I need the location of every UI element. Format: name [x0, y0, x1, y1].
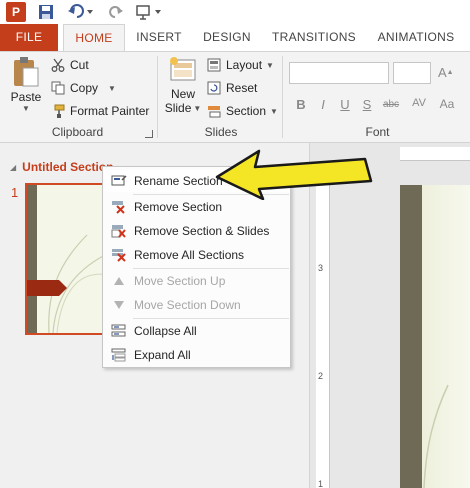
menu-item-label: Remove Section	[134, 200, 223, 214]
menu-item-remove-all-sections[interactable]: Remove All Sections	[104, 244, 290, 266]
undo-icon[interactable]	[66, 2, 96, 22]
paste-label: Paste	[10, 90, 42, 104]
clipboard-group-label: Clipboard	[51, 125, 104, 139]
tab-file[interactable]: FILE	[0, 24, 58, 51]
menu-item-label: Move Section Down	[134, 298, 241, 312]
annotation-arrow-icon	[215, 149, 373, 200]
format-painter-button[interactable]: Format Painter	[50, 103, 149, 119]
tab-insert[interactable]: INSERT	[130, 24, 188, 51]
copy-dropdown-icon[interactable]: ▼	[108, 84, 116, 93]
menu-item-expand-all[interactable]: Expand All	[104, 344, 290, 366]
character-spacing-button[interactable]: AV	[408, 97, 430, 109]
slides-group-label: Slides	[204, 125, 238, 139]
new-slide-button[interactable]: New Slide ▼	[164, 56, 201, 115]
tab-design[interactable]: DESIGN	[196, 24, 258, 51]
menu-item-remove-section-slides[interactable]: Remove Section & Slides	[104, 220, 290, 242]
reset-icon	[206, 80, 222, 96]
save-icon[interactable]	[36, 2, 56, 22]
ruler-mark-3: 3	[318, 263, 324, 273]
paste-button[interactable]: Paste ▼	[8, 56, 44, 113]
slide-canvas[interactable]	[400, 185, 470, 488]
remove-section-icon	[104, 200, 134, 214]
present-icon[interactable]	[134, 2, 164, 22]
remove-all-sections-icon	[104, 248, 134, 262]
ribbon-home: Paste ▼ Cut Copy ▼ Format Painter Clipbo…	[0, 51, 470, 143]
new-slide-label-line1: New	[170, 87, 195, 101]
collapse-triangle-icon[interactable]: ◢	[10, 163, 16, 172]
collapse-all-icon	[104, 324, 134, 338]
slide-thumbnail[interactable]	[25, 183, 113, 335]
paste-dropdown-icon[interactable]: ▼	[22, 104, 30, 113]
theme-grass-graphic	[48, 234, 110, 333]
section-name: Untitled Section	[22, 160, 114, 174]
underline-button[interactable]: U	[336, 97, 354, 112]
group-separator	[157, 56, 158, 138]
font-name-combo[interactable]	[289, 62, 389, 84]
new-slide-dropdown-icon[interactable]: ▼	[193, 104, 201, 113]
font-group-label: Font	[365, 125, 390, 139]
menu-separator	[133, 268, 289, 269]
format-painter-label: Format Painter	[70, 104, 150, 118]
text-shadow-button[interactable]: S	[358, 97, 376, 112]
increase-font-size-button[interactable]: A ▲	[438, 65, 454, 80]
tab-animations[interactable]: ANIMATIONS	[370, 24, 462, 51]
italic-button[interactable]: I	[314, 97, 332, 112]
vertical-ruler: 3 2 1	[316, 185, 330, 488]
menu-item-label: Expand All	[134, 348, 191, 362]
section-icon	[206, 103, 222, 119]
clipboard-launcher-icon[interactable]	[145, 130, 153, 138]
ribbon-tabs: FILE HOME INSERT DESIGN TRANSITIONS ANIM…	[0, 24, 470, 52]
section-dropdown-icon[interactable]: ▼	[270, 107, 278, 116]
strikethrough-button[interactable]: abc	[380, 99, 402, 110]
section-label: Section	[226, 104, 267, 118]
menu-item-label: Collapse All	[134, 324, 197, 338]
menu-separator	[133, 318, 289, 319]
move-down-icon	[104, 300, 134, 310]
reset-label: Reset	[226, 81, 258, 95]
remove-section-slides-icon	[104, 224, 134, 238]
change-case-button[interactable]: Aa	[436, 97, 458, 111]
powerpoint-logo: P	[6, 2, 26, 22]
expand-all-icon	[104, 348, 134, 362]
ruler-mark-1: 1	[318, 479, 324, 488]
reset-button[interactable]: Reset	[206, 80, 257, 96]
layout-label: Layout	[226, 58, 263, 72]
theme-arrow-marker	[27, 280, 67, 296]
menu-item-label: Remove All Sections	[134, 248, 245, 262]
move-up-icon	[104, 276, 134, 286]
rename-section-icon	[104, 174, 134, 188]
section-button[interactable]: Section ▼	[206, 103, 278, 119]
quick-access-toolbar: P	[0, 0, 470, 24]
paste-icon	[14, 57, 39, 87]
menu-item-label: Rename Section	[134, 174, 223, 188]
group-separator	[282, 56, 283, 138]
menu-item-collapse-all[interactable]: Collapse All	[104, 320, 290, 342]
font-size-combo[interactable]	[393, 62, 431, 84]
redo-icon[interactable]	[106, 2, 126, 22]
scissors-icon	[50, 57, 66, 73]
format-painter-icon	[50, 103, 66, 119]
new-slide-icon	[170, 57, 196, 81]
section-header[interactable]: ◢ Untitled Section	[10, 160, 114, 174]
menu-item-label: Remove Section & Slides	[134, 224, 270, 238]
menu-item-move-section-down[interactable]: Move Section Down	[104, 294, 290, 316]
tab-transitions[interactable]: TRANSITIONS	[266, 24, 362, 51]
new-slide-label-line2: Slide	[164, 101, 192, 115]
menu-item-move-section-up[interactable]: Move Section Up	[104, 270, 290, 292]
slide-number: 1	[11, 185, 19, 200]
copy-button[interactable]: Copy ▼	[50, 80, 116, 96]
copy-icon	[50, 80, 66, 96]
cut-button[interactable]: Cut	[50, 57, 89, 73]
menu-item-label: Move Section Up	[134, 274, 226, 288]
theme-grass-graphic	[423, 384, 449, 488]
layout-dropdown-icon[interactable]: ▼	[266, 61, 274, 70]
layout-icon	[206, 57, 222, 73]
cut-label: Cut	[70, 58, 89, 72]
tab-home[interactable]: HOME	[63, 24, 125, 52]
copy-label: Copy	[70, 81, 99, 95]
horizontal-ruler	[400, 147, 470, 161]
ruler-mark-2: 2	[318, 371, 324, 381]
bold-button[interactable]: B	[292, 97, 310, 112]
layout-button[interactable]: Layout ▼	[206, 57, 274, 73]
